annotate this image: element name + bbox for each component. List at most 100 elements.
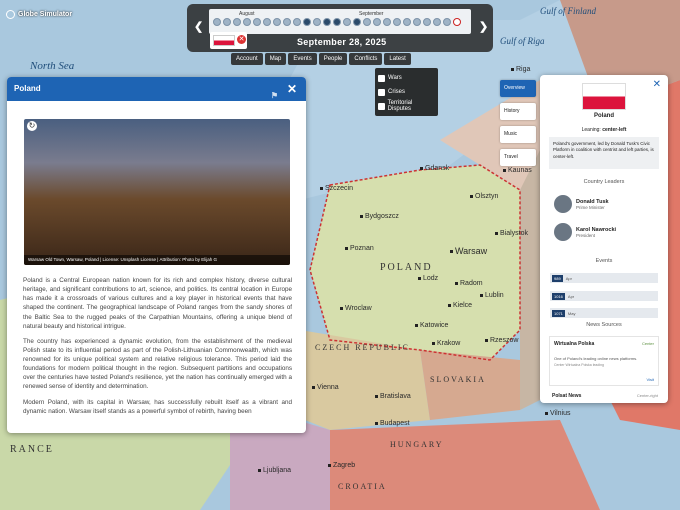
side-tabs: Overview History Music Travel xyxy=(500,80,536,166)
timeline-track[interactable]: August September xyxy=(209,9,471,34)
timeline-day[interactable] xyxy=(423,18,431,26)
timeline-day[interactable] xyxy=(333,18,341,26)
timeline-day[interactable] xyxy=(273,18,281,26)
paragraph: The country has experienced a dynamic ev… xyxy=(23,337,292,391)
leader-item[interactable]: Karol Nawrocki President xyxy=(554,223,616,241)
city-label: Bialystok xyxy=(495,230,528,237)
timeline-day[interactable] xyxy=(403,18,411,26)
timeline-day[interactable] xyxy=(323,18,331,26)
city-label: Katowice xyxy=(415,322,448,329)
overview-panel: ✕ Poland Leaning: center-left Poland's g… xyxy=(540,75,668,403)
timeline-day-selected[interactable] xyxy=(453,18,461,26)
city-label: Ljubljana xyxy=(258,467,291,474)
timeline-day[interactable] xyxy=(443,18,451,26)
city-label: Kielce xyxy=(448,302,472,309)
city-label: Kaunas xyxy=(503,167,532,174)
conflicts-dropdown: Wars Crises Territorial Disputes xyxy=(375,68,438,116)
app-logo[interactable]: Globe Simulator xyxy=(6,10,72,19)
leader-item[interactable]: Donald Tusk Prime Minister xyxy=(554,195,609,213)
timeline-day[interactable] xyxy=(253,18,261,26)
news-source-name: Wirtualna Polska xyxy=(554,341,595,347)
chevron-right-icon[interactable]: ❯ xyxy=(479,20,488,33)
checkbox[interactable] xyxy=(378,74,385,82)
latest-button[interactable]: Latest xyxy=(384,53,411,65)
conflicts-option-wars[interactable]: Wars xyxy=(378,71,435,85)
timeline-day[interactable] xyxy=(293,18,301,26)
country-description: Poland is a Central European nation know… xyxy=(23,276,292,422)
news-visit-link[interactable]: Visit xyxy=(647,377,654,382)
leader-name: Karol Nawrocki xyxy=(576,226,617,233)
city-label: Riga xyxy=(511,66,530,73)
tab-history[interactable]: History xyxy=(500,103,536,120)
checkbox[interactable] xyxy=(378,88,385,96)
timeline-day[interactable] xyxy=(283,18,291,26)
map-button[interactable]: Map xyxy=(264,53,287,65)
timeline-day[interactable] xyxy=(343,18,351,26)
checkbox[interactable] xyxy=(378,102,385,110)
region-label: CROATIA xyxy=(338,482,387,491)
close-icon[interactable]: ✕ xyxy=(653,79,661,90)
timeline-day[interactable] xyxy=(363,18,371,26)
close-icon[interactable]: ✕ xyxy=(287,77,297,101)
event-item[interactable]: 1071 May xyxy=(550,308,658,318)
news-source-desc: One of Poland's leading online news plat… xyxy=(554,356,638,361)
timeline-day[interactable] xyxy=(303,18,311,26)
leader-name: Donald Tusk xyxy=(576,198,609,205)
city-label: Gdansk xyxy=(420,165,449,172)
timeline-day[interactable] xyxy=(413,18,421,26)
timeline-day[interactable] xyxy=(353,18,361,26)
conflicts-option-crises[interactable]: Crises xyxy=(378,85,435,99)
news-heading: News Sources xyxy=(586,322,622,328)
close-icon[interactable]: ✕ xyxy=(237,35,246,44)
flag-icon[interactable]: ⚑ xyxy=(271,84,278,108)
events-button[interactable]: Events xyxy=(288,53,317,65)
paragraph: Poland is a Central European nation know… xyxy=(23,277,292,330)
timeline-day[interactable] xyxy=(383,18,391,26)
timeline-day[interactable] xyxy=(243,18,251,26)
conflicts-button[interactable]: Conflicts xyxy=(349,53,383,65)
event-item[interactable]: 989 Apr xyxy=(550,273,658,283)
event-badge: 1071 xyxy=(552,309,565,317)
city-label: Zagreb xyxy=(328,462,355,469)
city-label: Bratislava xyxy=(375,393,411,400)
region-label: CZECH REPUBLIC xyxy=(315,343,410,352)
timeline-month-label: September xyxy=(359,11,384,17)
city-label: Krakow xyxy=(432,340,460,347)
news-source-name: Polsat News xyxy=(552,393,582,399)
government-description: Poland's government, led by Donald Tusk'… xyxy=(549,137,659,169)
timeline-day[interactable] xyxy=(263,18,271,26)
city-label: Vilnius xyxy=(545,410,571,417)
political-leaning: Leaning: center-left xyxy=(540,127,668,133)
panel-title: Poland xyxy=(14,84,41,93)
region-label: SLOVAKIA xyxy=(430,375,486,384)
people-button[interactable]: People xyxy=(318,53,348,65)
tab-music[interactable]: Music xyxy=(500,126,536,143)
refresh-icon[interactable]: ↻ xyxy=(27,121,37,131)
country-name: Poland xyxy=(593,113,614,119)
tab-overview[interactable]: Overview xyxy=(500,80,536,97)
timeline-day[interactable] xyxy=(373,18,381,26)
conflicts-option-territorial[interactable]: Territorial Disputes xyxy=(378,99,435,113)
city-label: Lublin xyxy=(480,292,504,299)
tab-travel[interactable]: Travel xyxy=(500,149,536,166)
current-date: September 28, 2025 xyxy=(297,37,387,47)
news-source-card[interactable]: Wirtualna Polska Center One of Poland's … xyxy=(549,336,659,386)
timeline-day[interactable] xyxy=(393,18,401,26)
selected-country-tag[interactable]: ✕ xyxy=(210,32,247,49)
timeline-day[interactable] xyxy=(223,18,231,26)
timeline-day[interactable] xyxy=(313,18,321,26)
sea-label: Gulf of Riga xyxy=(500,36,545,46)
city-label: Budapest xyxy=(375,420,410,427)
avatar xyxy=(554,195,572,213)
event-item[interactable]: 1016 Apr xyxy=(550,291,658,301)
chevron-left-icon[interactable]: ❮ xyxy=(194,20,203,33)
events-heading: Events xyxy=(595,258,613,264)
timeline-day[interactable] xyxy=(213,18,221,26)
timeline-day[interactable] xyxy=(433,18,441,26)
leaders-heading: Country Leaders xyxy=(583,179,625,185)
event-text: May xyxy=(567,310,576,316)
sea-label: North Sea xyxy=(30,60,75,72)
timeline-day[interactable] xyxy=(233,18,241,26)
account-button[interactable]: Account xyxy=(231,53,263,65)
timeline-month-label: August xyxy=(239,11,255,17)
